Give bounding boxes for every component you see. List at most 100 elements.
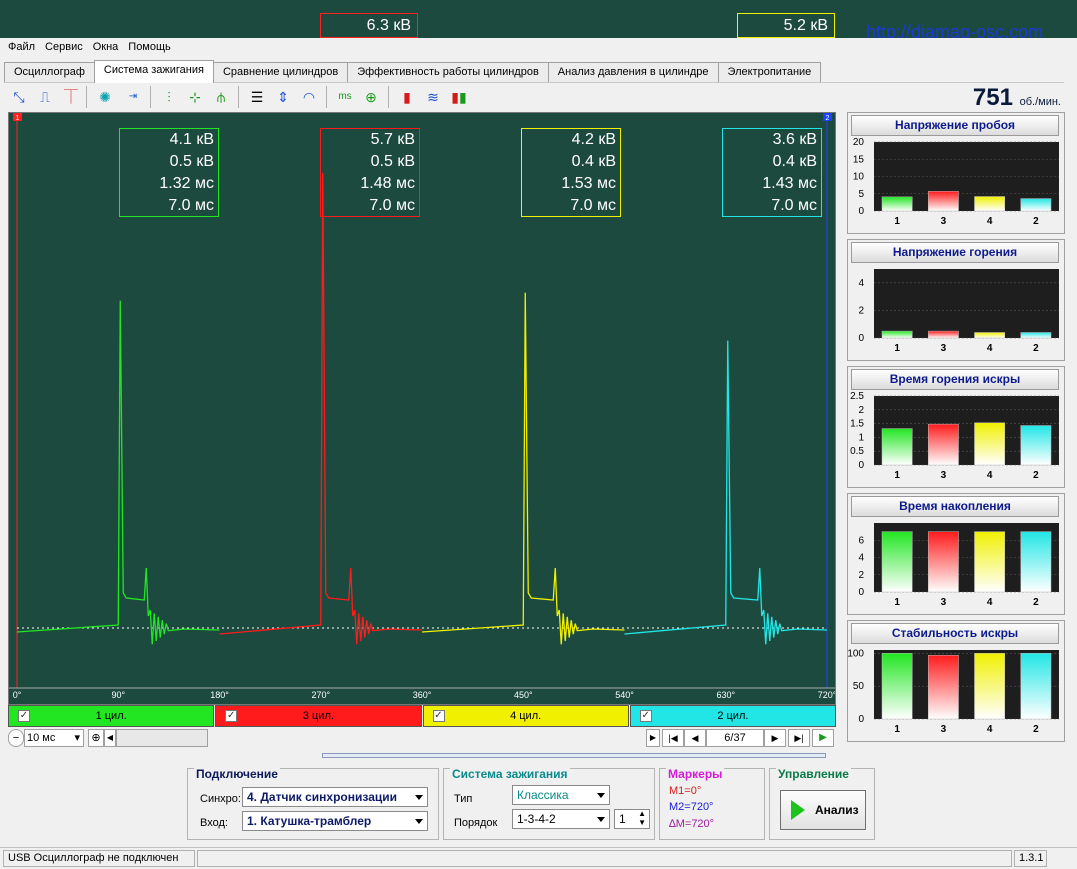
x-category-label: 4 [987, 216, 993, 227]
status-bar: USB Осциллограф не подключен 1.3.1 [0, 847, 1077, 869]
control-group: Управление Анализ [769, 767, 875, 840]
scroll-left-icon[interactable]: ◀ [104, 729, 116, 747]
bar-cyl-3 [928, 330, 959, 339]
cyl3-spark-time: 1.48 мс [360, 175, 415, 192]
cursor-icon[interactable]: ⤡ [8, 87, 30, 107]
synchro-label: Синхро: [200, 793, 241, 805]
tab-ignition-system[interactable]: Система зажигания [93, 60, 214, 83]
ms-icon[interactable]: ms [334, 87, 356, 107]
panel-title[interactable]: Время накопления [851, 496, 1059, 517]
panel-title[interactable]: Напряжение горения [851, 242, 1059, 263]
cyl3-breakdown: 5.7 кВ [370, 131, 415, 148]
sequence-icon[interactable]: ⇥ [122, 87, 144, 107]
panel-title[interactable]: Время горения искры [851, 369, 1059, 390]
next-frame-icon[interactable]: ▶ [764, 729, 786, 747]
circle-arrows-icon[interactable]: ◠ [298, 87, 320, 107]
x-category-label: 2 [1033, 343, 1039, 354]
menu-file[interactable]: Файл [0, 38, 37, 53]
timebase-select[interactable]: 10 мс ▾ [24, 729, 84, 747]
synchro-select[interactable]: 4. Датчик синхронизации [242, 787, 428, 807]
menu-help[interactable]: Помощь [120, 38, 173, 53]
y-tick-label: 2 [858, 405, 864, 416]
burn-voltage-chart: 4 2 0 1 3 4 2 [858, 269, 1059, 354]
panel-breakdown-voltage: Напряжение пробоя 20 15 10 5 0 1 3 4 2 [847, 112, 1065, 234]
y-tick-label: 1.5 [850, 419, 864, 430]
x-tick-label: 360° [413, 690, 432, 700]
rise-icon[interactable]: ⎍ [34, 87, 56, 107]
input-value: 1. Катушка-трамблер [247, 814, 372, 828]
bar-cyl-4 [974, 653, 1005, 720]
checkbox-cyl1[interactable]: ✓ [18, 710, 30, 722]
plus-wave-icon[interactable]: ⊕ [360, 87, 382, 107]
marker-badge-2[interactable]: 2 [823, 113, 832, 122]
ignition-type-select[interactable]: Классика [512, 785, 610, 805]
oscillogram[interactable]: 1 2 0° 90° 180° 270° 360° 450° 540° 630° 720° 4.1 … [8, 112, 836, 705]
x-category-label: 4 [987, 470, 993, 481]
cylinder-toggle-4[interactable]: ✓ 4 цил. [422, 705, 629, 727]
cyl1-values-box: 4.1 кВ 0.5 кВ 1.32 мс 7.0 мс [119, 128, 219, 217]
checkbox-cyl3[interactable]: ✓ [225, 710, 238, 722]
cyl1-breakdown: 4.1 кВ [169, 131, 214, 148]
analyze-label: Анализ [815, 803, 859, 817]
play-icon[interactable]: ▶ [812, 729, 834, 747]
menu-windows[interactable]: Окна [85, 38, 121, 53]
x-category-label: 4 [987, 597, 993, 608]
horizontal-scrollbar[interactable] [116, 729, 208, 747]
x-tick-label: 540° [615, 690, 634, 700]
horizontal-lines-icon[interactable]: ☰ [246, 87, 268, 107]
cylinder-toggle-1[interactable]: ✓ 1 цил. [8, 705, 215, 727]
y-tick-label: 10 [853, 172, 865, 183]
overlay-alt-icon[interactable]: ⫛ [210, 87, 232, 107]
rpm-readout: 751 об./мин. [973, 84, 1061, 112]
rpm-unit: об./мин. [1019, 96, 1061, 108]
y-tick-label: 2.5 [850, 391, 864, 402]
cylinder-toggle-3[interactable]: ✓ 3 цил. [215, 705, 422, 727]
tab-oscilloscope[interactable]: Осциллограф [4, 62, 95, 82]
scroll-right-icon[interactable]: ▶ [646, 729, 660, 747]
vertical-scale-icon[interactable]: ⇕ [272, 87, 294, 107]
input-select[interactable]: 1. Катушка-трамблер [242, 811, 428, 831]
bar-cyl-2 [1020, 332, 1052, 339]
checkbox-cyl2[interactable]: ✓ [639, 710, 652, 722]
order-number-stepper[interactable]: 1 ▲ ▼ [614, 809, 650, 829]
toolbar-separator [388, 86, 389, 108]
panel-title[interactable]: Стабильность искры [851, 623, 1059, 644]
bar-cyl-3 [928, 423, 959, 466]
marker-m1: M1=0° [669, 785, 702, 797]
marker-badge-1[interactable]: 1 [13, 113, 22, 122]
x-category-label: 2 [1033, 470, 1039, 481]
rpm-value: 751 [972, 84, 1013, 111]
x-category-label: 3 [941, 470, 947, 481]
first-frame-icon[interactable]: |◀ [662, 729, 684, 747]
y-tick-label: 0.5 [850, 446, 864, 457]
checkbox-cyl4[interactable]: ✓ [432, 710, 445, 722]
overlay-icon[interactable]: ⫶ [158, 87, 180, 107]
tab-cylinder-efficiency[interactable]: Эффективность работы цилиндров [347, 62, 549, 82]
prev-frame-icon[interactable]: ◀ [684, 729, 706, 747]
stepper-arrows-icon[interactable]: ▲ ▼ [638, 809, 646, 827]
tab-power-supply[interactable]: Электропитание [717, 62, 822, 82]
cylinder-toggle-2[interactable]: ✓ 2 цил. [629, 705, 836, 727]
last-frame-icon[interactable]: ▶| [788, 729, 810, 747]
tab-cylinder-pressure[interactable]: Анализ давления в цилиндре [547, 62, 719, 82]
zoom-out-icon[interactable]: − [8, 729, 24, 747]
waveform-1цил [16, 300, 220, 645]
coil-icon[interactable]: ✺ [94, 87, 116, 107]
analyze-button[interactable]: Анализ [780, 790, 866, 830]
tab-cylinder-comparison[interactable]: Сравнение цилиндров [212, 62, 349, 82]
panel-title[interactable]: Напряжение пробоя [851, 115, 1059, 136]
bar-red-icon[interactable]: ▮ [396, 87, 418, 107]
x-category-label: 3 [941, 724, 947, 735]
zoom-in-icon[interactable]: ⊕ [88, 729, 104, 747]
y-tick-label: 0 [858, 460, 864, 471]
bar-color-icon[interactable]: ▮▮ [448, 87, 470, 107]
timebase-value: 10 мс [27, 732, 56, 744]
cross-icon[interactable]: ⊹ [184, 87, 206, 107]
panel-splitter[interactable] [322, 753, 826, 758]
menu-service[interactable]: Сервис [37, 38, 85, 53]
fall-icon[interactable]: ⏉ [60, 87, 82, 107]
wave-multi-icon[interactable]: ≋ [422, 87, 444, 107]
firing-order-select[interactable]: 1-3-4-2 [512, 809, 610, 829]
type-label: Тип [454, 793, 473, 805]
connection-status: USB Осциллограф не подключен [3, 850, 195, 867]
